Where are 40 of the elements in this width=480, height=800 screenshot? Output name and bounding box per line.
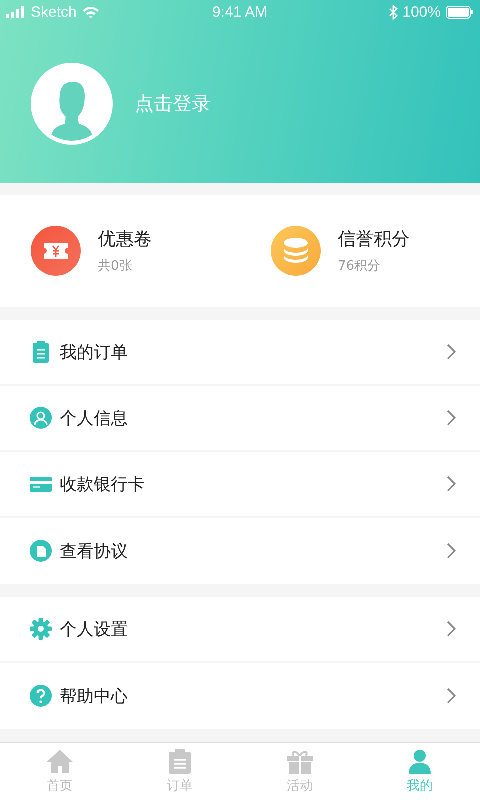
menu-label: 查看协议 xyxy=(60,540,129,562)
bluetooth-icon xyxy=(388,4,398,20)
coupon-icon[interactable] xyxy=(31,226,81,276)
menu-item[interactable]: 帮助中心 xyxy=(0,663,480,729)
gift-icon xyxy=(286,748,314,774)
stat-value: 共0张 xyxy=(98,258,134,275)
wifi-icon xyxy=(82,6,100,18)
battery-percent: 100% xyxy=(402,4,441,20)
chevron-right-icon xyxy=(447,621,456,637)
menu-item[interactable]: 个人设置 xyxy=(0,597,480,663)
menu-item[interactable]: 我的订单 xyxy=(0,320,480,386)
clipboard-icon xyxy=(30,341,52,363)
menu-label: 我的订单 xyxy=(60,342,129,364)
menu-item[interactable]: 收款银行卡 xyxy=(0,452,480,518)
coin-stack-icon[interactable] xyxy=(271,226,321,276)
chevron-right-icon xyxy=(447,344,456,360)
chevron-right-icon xyxy=(447,688,456,704)
stat-value: 76积分 xyxy=(338,258,382,275)
menu-label: 个人信息 xyxy=(60,408,129,430)
menu-label: 帮助中心 xyxy=(60,686,129,708)
person-icon xyxy=(406,748,434,774)
signal-icon xyxy=(6,6,26,18)
carrier-name: Sketch xyxy=(31,4,77,20)
chevron-right-icon xyxy=(447,476,456,492)
person-icon xyxy=(30,407,52,429)
menu-label: 个人设置 xyxy=(60,618,129,640)
menu-item[interactable]: 查看协议 xyxy=(0,518,480,584)
menu-label: 收款银行卡 xyxy=(60,474,146,496)
document-icon xyxy=(30,540,52,562)
clock-time: 9:41 AM xyxy=(211,4,269,20)
chevron-right-icon xyxy=(447,410,456,426)
chevron-right-icon xyxy=(447,543,456,559)
menu-item[interactable]: 个人信息 xyxy=(0,386,480,452)
stat-title[interactable]: 信誉积分 xyxy=(338,227,410,251)
settings-icon xyxy=(30,618,52,640)
help-icon xyxy=(30,685,52,707)
home-icon xyxy=(46,748,74,774)
stat-title[interactable]: 优惠卷 xyxy=(98,227,152,251)
clipboard-icon xyxy=(166,748,194,774)
battery-icon xyxy=(446,6,474,18)
